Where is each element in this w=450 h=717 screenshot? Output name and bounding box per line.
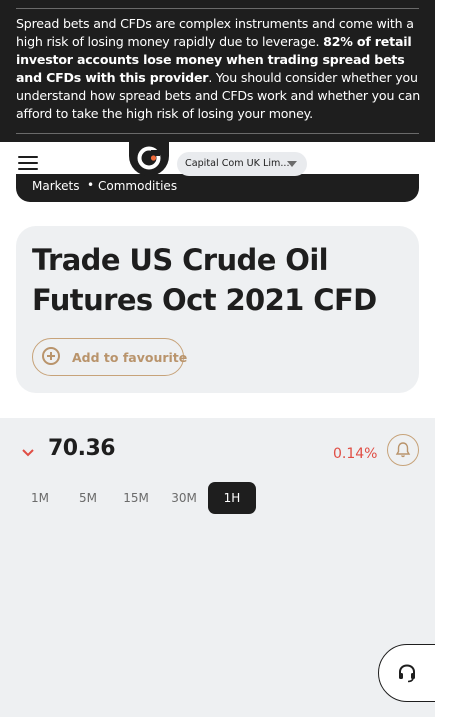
page: Spread bets and CFDs are complex instrum… (0, 0, 435, 717)
price-value: 70.36 (48, 436, 116, 461)
bell-icon (395, 442, 411, 458)
chevron-down-icon (22, 449, 34, 457)
add-to-favourite-label: Add to favourite (72, 350, 188, 365)
breadcrumb-markets[interactable]: Markets (32, 179, 80, 193)
caret-down-icon (287, 161, 297, 167)
timeframe-5m[interactable]: 5M (64, 482, 112, 514)
chart-panel (0, 418, 435, 717)
breadcrumb: Markets • Commodities (16, 174, 419, 202)
entity-label: Capital Com UK Lim... (185, 158, 290, 169)
page-title: Trade US Crude Oil Futures Oct 2021 CFD (32, 243, 377, 317)
timeframe-1h[interactable]: 1H (208, 482, 256, 514)
plus-circle-icon (42, 347, 60, 365)
breadcrumb-commodities[interactable]: Commodities (98, 179, 177, 193)
entity-selector[interactable]: Capital Com UK Lim... (177, 152, 307, 176)
risk-warning-banner: Spread bets and CFDs are complex instrum… (0, 0, 435, 142)
add-to-favourite-button[interactable]: Add to favourite (32, 338, 188, 376)
support-chat-button[interactable] (378, 644, 435, 702)
headset-icon (399, 664, 415, 683)
risk-warning-text: Spread bets and CFDs are complex instrum… (16, 15, 421, 123)
divider (16, 133, 419, 134)
timeframe-15m[interactable]: 15M (112, 482, 160, 514)
price-change: 0.14% (333, 446, 378, 462)
timeframe-30m[interactable]: 30M (160, 482, 208, 514)
timeframe-1m[interactable]: 1M (16, 482, 64, 514)
breadcrumb-separator: • (87, 178, 95, 192)
price-alert-button[interactable] (387, 434, 419, 466)
capital-com-logo[interactable] (129, 136, 169, 176)
hamburger-icon[interactable] (18, 156, 38, 170)
divider (16, 8, 419, 9)
instrument-card: Trade US Crude Oil Futures Oct 2021 CFD … (16, 226, 419, 393)
